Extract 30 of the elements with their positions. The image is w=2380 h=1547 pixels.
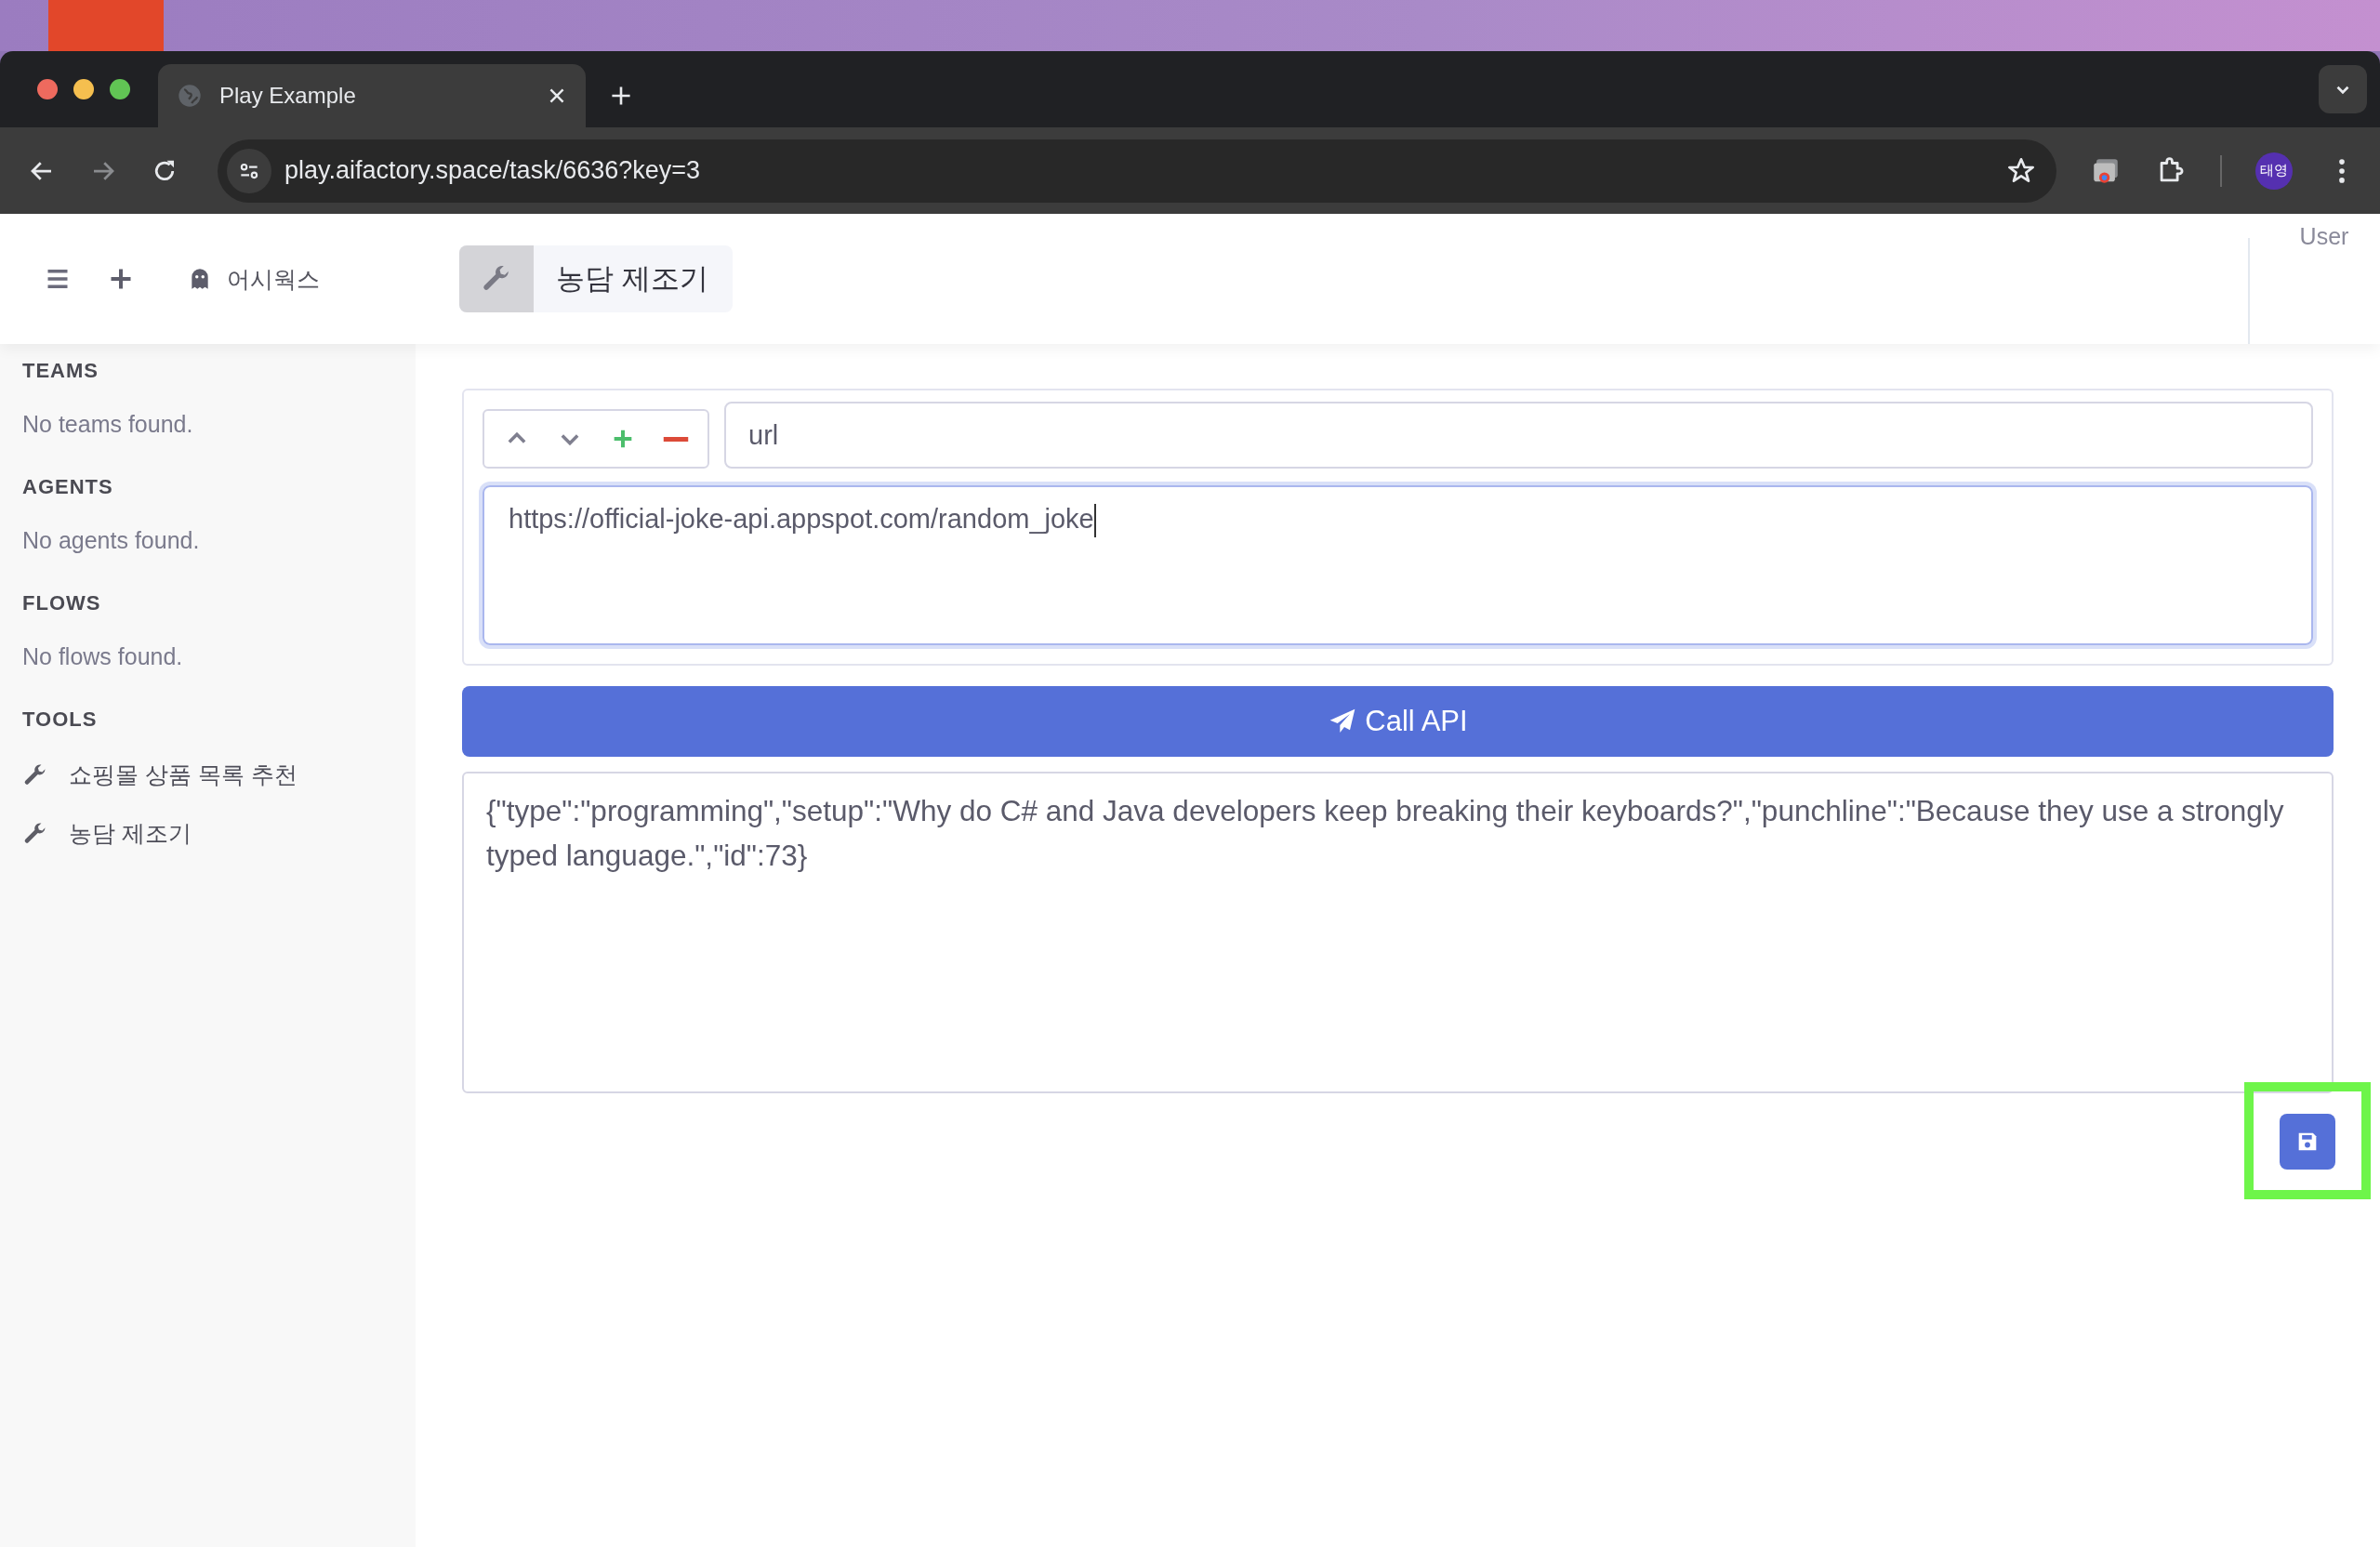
response-output[interactable]: {"type":"programming","setup":"Why do C# and Java developers keep breaking their keyboards?","punchline":"Because they use a strongly typed language.","id":73} [462, 772, 2334, 1093]
empty-message: No agents found. [22, 527, 201, 554]
maximize-window-icon[interactable] [110, 79, 130, 99]
sidebar-item-label: 쇼핑몰 상품 목록 추천 [69, 760, 298, 789]
address-bar[interactable]: play.aifactory.space/task/6636?key=3 [218, 139, 2056, 203]
close-window-icon[interactable] [37, 79, 58, 99]
call-api-button[interactable]: Call API [462, 686, 2334, 757]
sidebar-item-label: 농담 제조기 [69, 819, 192, 848]
parameter-name-field[interactable]: url [724, 402, 2313, 469]
section-heading: TOOLS [22, 707, 99, 732]
section-heading: FLOWS [22, 591, 102, 615]
globe-icon [177, 83, 203, 109]
tool-title: 농담 제조기 [555, 261, 709, 297]
url-text: play.aifactory.space/task/6636?key=3 [284, 156, 701, 185]
empty-message: No flows found. [22, 643, 184, 670]
profile-avatar[interactable]: 태영 [2255, 152, 2293, 190]
minimize-window-icon[interactable] [73, 79, 94, 99]
save-button[interactable] [2280, 1114, 2335, 1170]
tab-title: Play Example [219, 83, 357, 109]
sidebar-item[interactable]: 쇼핑몰 상품 목록 추천 [22, 760, 393, 790]
section-heading: TEAMS [22, 359, 99, 383]
empty-message: No teams found. [22, 411, 194, 438]
sidebar-item[interactable]: 농담 제조기 [22, 818, 393, 849]
new-tab-icon[interactable] [610, 85, 632, 107]
workspace-name[interactable]: 어시웍스 [227, 263, 320, 295]
site-settings-icon[interactable] [227, 148, 271, 193]
minus-icon [662, 436, 689, 442]
browser-tab[interactable]: Play Example [158, 64, 586, 127]
section-heading: AGENTS [22, 475, 114, 499]
ghost-icon [190, 267, 210, 291]
